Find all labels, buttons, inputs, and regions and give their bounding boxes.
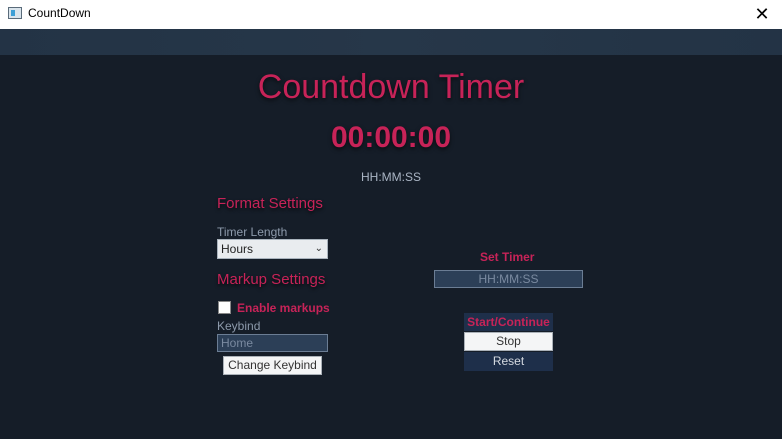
timer-length-label: Timer Length	[217, 225, 288, 239]
app-icon	[8, 7, 22, 19]
stop-button[interactable]: Stop	[464, 332, 553, 351]
format-settings-title: Format Settings	[217, 195, 323, 212]
window-title: CountDown	[28, 6, 91, 20]
format-hint: HH:MM:SS	[361, 170, 421, 184]
start-continue-button[interactable]: Start/Continue	[464, 313, 553, 331]
window-titlebar: CountDown ✕	[0, 0, 782, 29]
chevron-down-icon: ⌄	[314, 243, 323, 254]
keybind-input[interactable]: Home	[217, 334, 328, 352]
page-title: Countdown Timer	[257, 68, 525, 106]
markup-settings-title: Markup Settings	[217, 271, 326, 288]
timer-length-value: Hours	[221, 242, 254, 256]
change-keybind-button[interactable]: Change Keybind	[223, 356, 322, 375]
top-band	[0, 29, 782, 55]
enable-markups-checkbox[interactable]	[218, 301, 231, 314]
timer-length-select[interactable]: Hours ⌄	[217, 239, 328, 259]
keybind-label: Keybind	[217, 319, 261, 333]
close-icon[interactable]: ✕	[742, 0, 782, 29]
main-panel	[0, 55, 782, 439]
reset-button[interactable]: Reset	[464, 352, 553, 371]
enable-markups-label: Enable markups	[237, 301, 330, 315]
set-timer-title: Set Timer	[480, 250, 535, 264]
countdown-display: 00:00:00	[330, 121, 452, 154]
set-timer-input[interactable]: HH:MM:SS	[434, 270, 583, 288]
